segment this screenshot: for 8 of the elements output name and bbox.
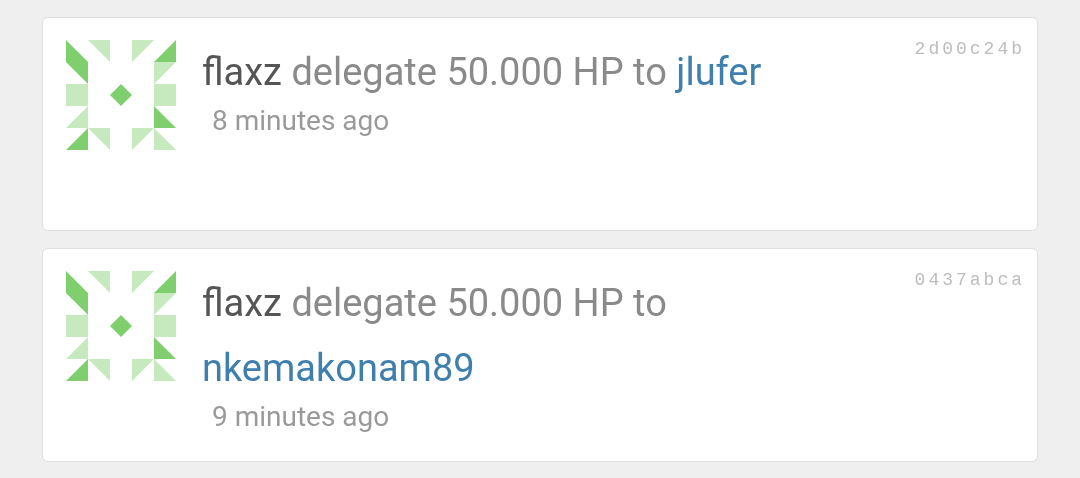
operation-text: flaxz delegate 50.000 HP to jlufer [202, 49, 763, 96]
transaction-hash: 0437abca [914, 269, 1025, 292]
account-link[interactable]: nkemakonam89 [202, 346, 475, 390]
operation-text: flaxz delegate 50.000 HP to nkemakonam89 [202, 280, 668, 392]
timestamp: 8 minutes ago [211, 103, 391, 139]
timestamp: 9 minutes ago [211, 399, 391, 435]
transaction-hash: 2d00c24b [914, 38, 1025, 61]
account-link[interactable]: jlufer [676, 50, 762, 94]
